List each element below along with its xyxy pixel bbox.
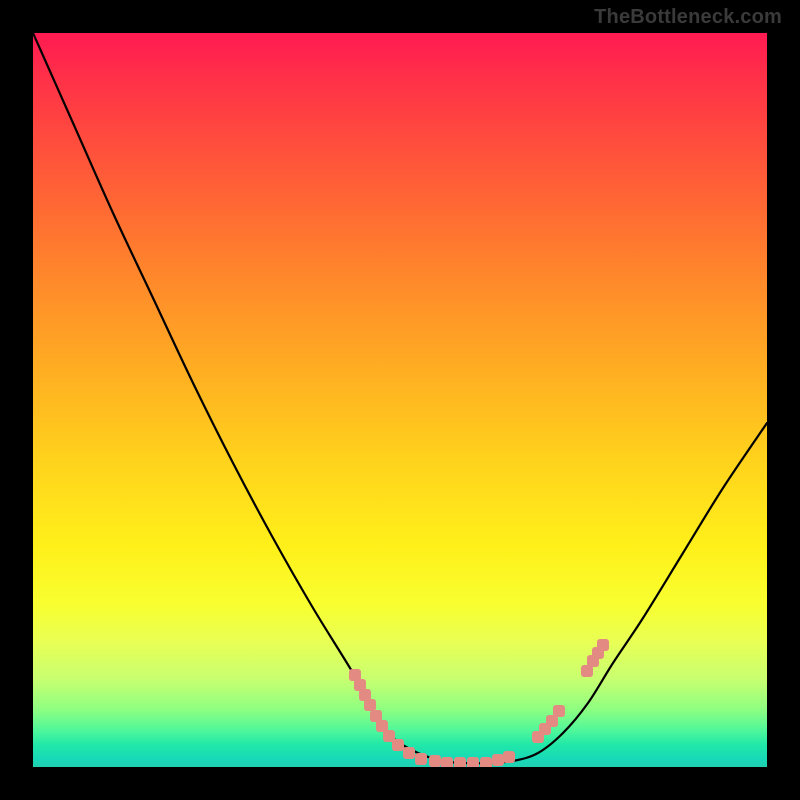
plot-area	[33, 33, 767, 767]
outer-frame: TheBottleneck.com	[0, 0, 800, 800]
curve-layer	[33, 33, 767, 767]
bottleneck-curve	[33, 33, 767, 763]
watermark-text: TheBottleneck.com	[594, 6, 782, 29]
